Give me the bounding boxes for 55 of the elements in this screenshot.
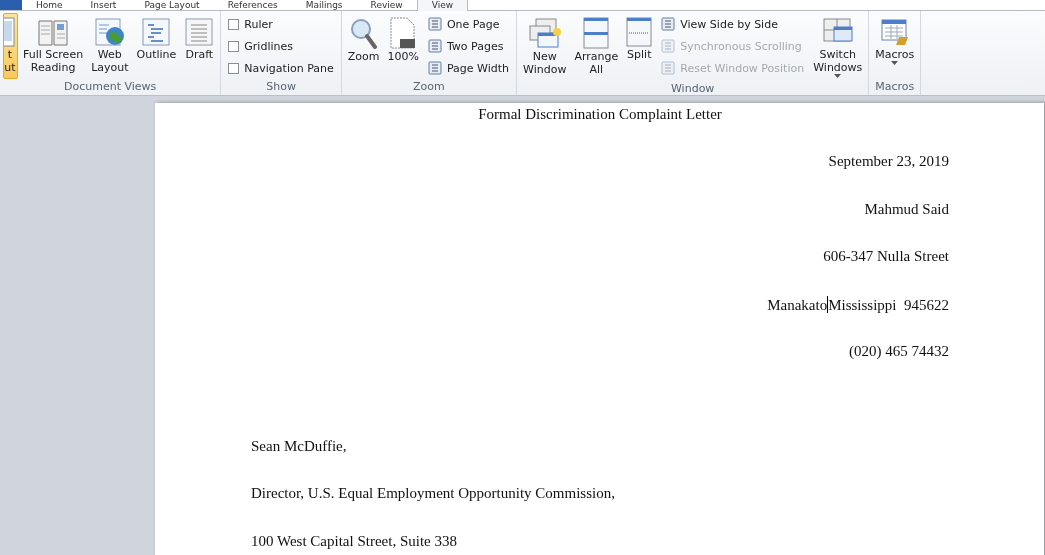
group-label: Zoom xyxy=(412,79,446,95)
ribbon-button[interactable]: Draft xyxy=(181,13,218,79)
ribbon-button[interactable]: Outline xyxy=(133,13,180,79)
checkbox[interactable]: Gridlines xyxy=(228,37,334,55)
macro-sheet-icon xyxy=(879,17,910,47)
text-cursor xyxy=(827,295,829,313)
ribbon-button[interactable]: Web Layout xyxy=(88,13,132,79)
ribbon-button[interactable]: View Side by Side xyxy=(661,15,805,33)
group-label: Document Views xyxy=(63,79,158,95)
ribbon-tab[interactable]: Review xyxy=(356,0,417,10)
ribbon-button[interactable]: Switch Windows xyxy=(810,13,866,81)
ribbon-tab[interactable]: Page Layout xyxy=(130,0,214,10)
ribbon-button[interactable]: New Window xyxy=(520,13,570,79)
text-line: (020) 465 74432 xyxy=(849,343,949,359)
ribbon-button[interactable]: One Page xyxy=(427,15,510,33)
ribbon-button[interactable]: Arrange All xyxy=(571,13,622,79)
stacked-windows-icon xyxy=(583,17,610,49)
ribbon-button[interactable]: Macros xyxy=(872,13,918,79)
text-line: Director, U.S. Equal Employment Opportunity Commission, xyxy=(251,485,615,501)
page-icon xyxy=(4,17,16,47)
outline-icon xyxy=(141,17,172,47)
text-line: September 23, 2019 xyxy=(828,153,949,169)
checkbox[interactable]: Navigation Pane xyxy=(228,59,334,77)
ribbon-tab[interactable]: Home xyxy=(22,0,77,10)
split-window-icon xyxy=(626,17,653,47)
text-line: 606-347 Nulla Street xyxy=(823,248,949,264)
draft-page-icon xyxy=(184,17,215,47)
group-label: Show xyxy=(265,79,297,95)
magnifier-icon xyxy=(348,17,379,49)
ribbon-button[interactable]: Page Width xyxy=(427,59,510,77)
globe-page-icon xyxy=(93,17,126,47)
windows-icon xyxy=(527,17,562,49)
ribbon-button[interactable]: Split xyxy=(623,13,656,79)
group-label: Window xyxy=(670,81,716,96)
file-tab[interactable] xyxy=(0,0,22,10)
checkbox[interactable]: Ruler xyxy=(228,15,334,33)
text-line: Mahmud Said xyxy=(864,200,949,217)
page-icon xyxy=(389,17,418,49)
text-line: Mississippi 945622 xyxy=(828,296,949,313)
ribbon-button[interactable]: Two Pages xyxy=(427,37,510,55)
ribbon-tab[interactable]: Insert xyxy=(76,0,131,10)
ribbon-button[interactable]: Full Screen Reading xyxy=(20,13,87,79)
ribbon-button[interactable]: t ut xyxy=(3,13,18,79)
document-title: Formal Discrimination Complaint Letter xyxy=(478,106,722,122)
page-icon xyxy=(427,17,442,31)
group-label: Macros xyxy=(874,79,916,95)
ribbon-tab[interactable]: View xyxy=(416,0,469,11)
ribbon-tab[interactable]: References xyxy=(213,0,292,10)
text-line: 100 West Capital Street, Suite 338 xyxy=(251,532,457,549)
book-icon xyxy=(37,17,70,47)
text-line: Sean McDuffie, xyxy=(251,437,347,454)
ribbon-tab[interactable]: Mailings xyxy=(291,0,357,10)
ribbon-button[interactable]: Zoom xyxy=(344,13,383,79)
ribbon-button[interactable]: 100% xyxy=(384,13,422,79)
text-line: Manakato xyxy=(767,296,828,313)
